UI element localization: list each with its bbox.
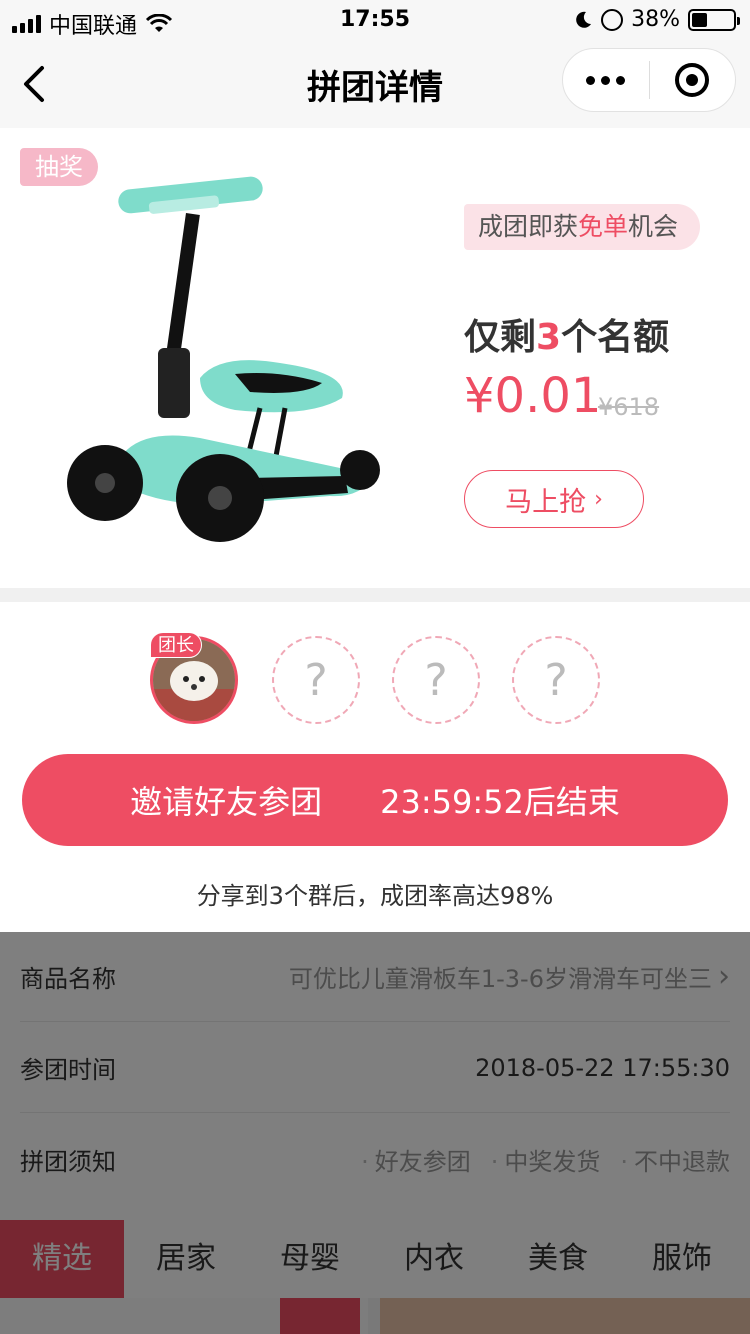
close-target-icon[interactable] bbox=[650, 63, 736, 97]
status-right: 38% bbox=[573, 7, 740, 32]
notice-item: 中奖发货 bbox=[491, 1142, 600, 1177]
remain-count: 3 bbox=[536, 317, 562, 358]
join-time-label: 参团时间 bbox=[20, 1056, 116, 1084]
remain-post: 个名额 bbox=[561, 317, 670, 358]
chevron-right-icon: › bbox=[594, 486, 603, 512]
grab-now-button[interactable]: 马上抢 › bbox=[464, 470, 644, 528]
share-tip: 分享到3个群后，成团率高达98% bbox=[196, 882, 554, 910]
tab-featured[interactable]: 精选 bbox=[0, 1220, 124, 1298]
battery-icon bbox=[688, 8, 740, 31]
feed-badge bbox=[280, 1298, 360, 1334]
status-bar: 中国联通 17:55 38% bbox=[0, 0, 750, 40]
countdown-timer: 23:59:52后结束 bbox=[380, 783, 620, 821]
promo-text-highlight: 免单 bbox=[578, 212, 629, 241]
notice-item: 好友参团 bbox=[361, 1142, 471, 1177]
product-name-value: 可优比儿童滑板车1-3-6岁滑滑车可坐三 bbox=[288, 965, 712, 993]
notice-item: 不中退款 bbox=[620, 1142, 730, 1177]
product-name-value-wrap: 可优比儿童滑板车1-3-6岁滑滑车可坐三 › bbox=[289, 959, 730, 994]
product-name-row[interactable]: 商品名称 可优比儿童滑板车1-3-6岁滑滑车可坐三 › bbox=[20, 932, 730, 1022]
product-image[interactable] bbox=[60, 158, 400, 548]
feed-card[interactable] bbox=[0, 1298, 368, 1334]
product-feed bbox=[0, 1298, 750, 1334]
tab-underwear[interactable]: 内衣 bbox=[372, 1220, 496, 1298]
rotation-lock-icon bbox=[601, 8, 624, 31]
invite-friends-button[interactable]: 邀请好友参团 23:59:52后结束 bbox=[22, 754, 728, 846]
join-time-value: 2018-05-22 17:55:30 bbox=[475, 1053, 730, 1082]
tab-clothing[interactable]: 服饰 bbox=[620, 1220, 744, 1298]
leader-tag: 团长 bbox=[150, 632, 202, 658]
remaining-slots: 仅剩3个名额 bbox=[464, 308, 669, 360]
invite-label: 邀请好友参团 bbox=[130, 783, 323, 821]
remain-pre: 仅剩 bbox=[464, 317, 537, 358]
section-divider bbox=[0, 588, 750, 602]
mini-program-capsule bbox=[562, 48, 736, 112]
notice-row: 拼团须知 好友参团 中奖发货 不中退款 bbox=[20, 1114, 730, 1204]
group-info-list: 商品名称 可优比儿童滑板车1-3-6岁滑滑车可坐三 › 参团时间 2018-05… bbox=[0, 932, 750, 1220]
chevron-right-icon: › bbox=[718, 959, 730, 994]
empty-member-slot[interactable]: ? bbox=[512, 636, 600, 724]
more-icon[interactable] bbox=[563, 75, 649, 85]
notice-label: 拼团须知 bbox=[20, 1147, 116, 1176]
promo-text-pre: 成团即获 bbox=[478, 212, 579, 241]
empty-member-slot[interactable]: ? bbox=[272, 636, 360, 724]
battery-percent: 38% bbox=[631, 7, 680, 32]
join-time-row: 参团时间 2018-05-22 17:55:30 bbox=[20, 1023, 730, 1113]
original-price: ¥618 bbox=[598, 393, 660, 421]
notice-items: 好友参团 中奖发货 不中退款 bbox=[347, 1142, 730, 1177]
tab-home[interactable]: 居家 bbox=[124, 1220, 248, 1298]
promo-text-post: 机会 bbox=[628, 212, 679, 241]
category-tab-bar: 精选 居家 母婴 内衣 美食 服饰 bbox=[0, 1220, 750, 1298]
grab-now-label: 马上抢 bbox=[505, 486, 587, 518]
empty-member-slot[interactable]: ? bbox=[392, 636, 480, 724]
feed-card[interactable] bbox=[380, 1298, 750, 1334]
group-members-section: 团长 ? ? ? 邀请好友参团 23:59:52后结束 分享到3个群后，成团率高… bbox=[0, 602, 750, 932]
tab-food[interactable]: 美食 bbox=[496, 1220, 620, 1298]
free-order-promo: 成团即获免单机会 bbox=[464, 204, 701, 250]
moon-icon bbox=[576, 11, 592, 28]
product-card: 抽奖 成团即获免单机会 仅剩3个名额 ¥0.01 ¥618 马上抢 › bbox=[0, 128, 750, 588]
nav-bar: 拼团详情 bbox=[0, 40, 750, 128]
group-price: ¥0.01 bbox=[464, 368, 602, 424]
tab-baby[interactable]: 母婴 bbox=[248, 1220, 372, 1298]
product-name-label: 商品名称 bbox=[20, 965, 116, 993]
